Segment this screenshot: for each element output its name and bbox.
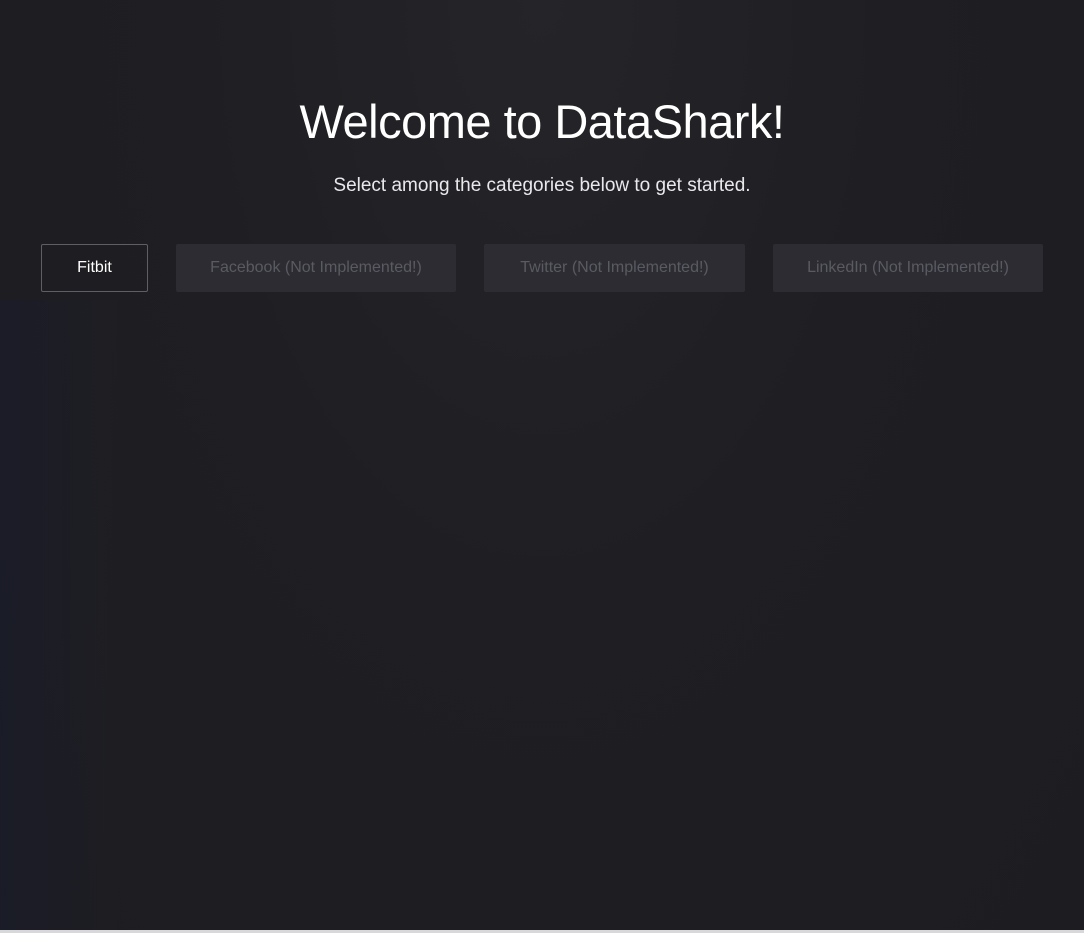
page-title: Welcome to DataShark! [299,95,785,148]
page-subtitle: Select among the categories below to get… [333,175,751,196]
background-tint [0,300,120,930]
fitbit-button[interactable]: Fitbit [41,244,148,292]
linkedin-button[interactable]: LinkedIn (Not Implemented!) [773,244,1043,292]
twitter-button[interactable]: Twitter (Not Implemented!) [484,244,745,292]
facebook-button[interactable]: Facebook (Not Implemented!) [176,244,456,292]
